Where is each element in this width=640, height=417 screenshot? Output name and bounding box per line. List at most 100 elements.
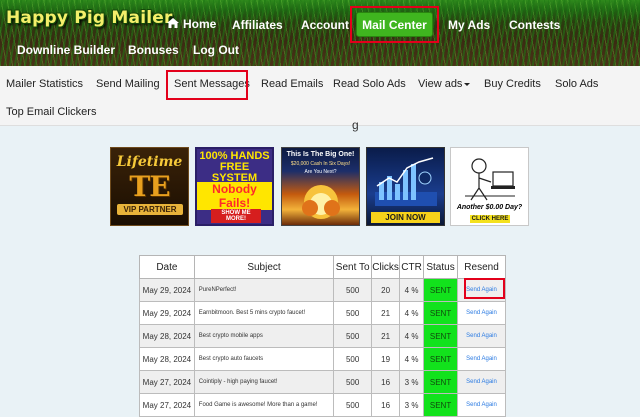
cell-subject: PureNPerfect! (193, 278, 335, 302)
cell-sent-to: 500 (333, 278, 373, 302)
table-row: May 29, 2024 Earnbitmoon. Best 5 mins cr… (139, 301, 506, 325)
column-header-subject[interactable]: Subject (193, 255, 335, 279)
banner-join-now[interactable]: JOIN NOW (366, 147, 445, 226)
cell-date: May 27, 2024 (139, 370, 195, 394)
subnav-buy-credits[interactable]: Buy Credits (484, 78, 541, 90)
top-navigation: Happy Pig Mailer Home Affiliates Account… (0, 0, 640, 66)
table-row: May 29, 2024 PureNPerfect! 500 20 4 % SE… (139, 278, 506, 302)
subnav-view-ads-label: View ads (418, 78, 463, 90)
cell-clicks: 19 (371, 347, 401, 371)
subnav-read-solo-ads[interactable]: Read Solo Ads (333, 78, 406, 90)
cell-ctr: 3 % (399, 370, 425, 394)
banner-another-zero-day[interactable]: Another $0.00 Day? CLICK HERE (450, 147, 529, 226)
column-header-sent-to[interactable]: Sent To (333, 255, 373, 279)
cell-ctr: 4 % (399, 347, 425, 371)
cell-subject: Best crypto mobile apps (193, 324, 335, 348)
cell-subject: Food Game is awesome! More than a game! (193, 393, 335, 417)
banner-hands-free-system[interactable]: 100% HANDS FREE SYSTEM Nobody Fails! SHO… (195, 147, 274, 226)
cell-date: May 28, 2024 (139, 324, 195, 348)
highlight-box-mail-center (350, 6, 439, 43)
cell-clicks: 16 (371, 370, 401, 394)
cell-ctr: 4 % (399, 278, 425, 302)
subnav-send-mailing[interactable]: Send Mailing (96, 78, 160, 90)
cell-status: SENT (423, 370, 459, 394)
cell-clicks: 21 (371, 301, 401, 325)
sub-navigation: Mailer Statistics Send Mailing Sent Mess… (0, 66, 640, 126)
cell-clicks: 16 (371, 393, 401, 417)
banner-text: Nobody Fails! (197, 182, 272, 210)
nav-my-ads[interactable]: My Ads (448, 18, 490, 32)
cell-clicks: 20 (371, 278, 401, 302)
subnav-view-ads[interactable]: View ads (418, 78, 471, 90)
page-heading-fragment: g (352, 118, 359, 132)
nav-contests[interactable]: Contests (509, 18, 560, 32)
cartoon-person-image (465, 158, 515, 201)
table-header-row: Date Subject Sent To Clicks CTR Status R… (139, 255, 506, 279)
cell-subject: Cointiply - high paying faucet! (193, 370, 335, 394)
trading-chart-image (375, 157, 437, 206)
table-row: May 27, 2024 Cointiply - high paying fau… (139, 370, 506, 394)
cell-ctr: 4 % (399, 301, 425, 325)
site-logo[interactable]: Happy Pig Mailer (6, 8, 173, 28)
banner-text: TE (129, 170, 170, 203)
nav-home[interactable]: Home (167, 17, 216, 31)
cell-clicks: 21 (371, 324, 401, 348)
send-again-link[interactable]: Send Again (457, 370, 506, 394)
banner-lifetime-te[interactable]: Lifetime TE VIP PARTNER (110, 147, 189, 226)
banner-text: VIP PARTNER (117, 204, 183, 215)
cell-date: May 27, 2024 (139, 393, 195, 417)
cell-subject: Earnbitmoon. Best 5 mins crypto faucet! (193, 301, 335, 325)
cell-ctr: 3 % (399, 393, 425, 417)
cell-sent-to: 500 (333, 347, 373, 371)
subnav-read-emails[interactable]: Read Emails (261, 78, 323, 90)
table-row: May 27, 2024 Food Game is awesome! More … (139, 393, 506, 417)
table-row: May 28, 2024 Best crypto auto faucets 50… (139, 347, 506, 371)
cell-date: May 29, 2024 (139, 301, 195, 325)
cell-sent-to: 500 (333, 324, 373, 348)
subnav-top-email-clickers[interactable]: Top Email Clickers (6, 106, 96, 118)
cell-status: SENT (423, 301, 459, 325)
caret-down-icon (464, 82, 471, 86)
banner-text: Are You Next? (304, 169, 337, 175)
column-header-resend[interactable]: Resend (457, 255, 506, 279)
cell-status: SENT (423, 393, 459, 417)
banner-text: This Is The Big One! (286, 151, 355, 158)
nav-downline-builder[interactable]: Downline Builder (17, 43, 115, 57)
cell-date: May 29, 2024 (139, 278, 195, 302)
nav-log-out[interactable]: Log Out (193, 43, 239, 57)
banner-text: JOIN NOW (371, 212, 440, 223)
nav-home-label: Home (183, 17, 217, 31)
send-again-link[interactable]: Send Again (457, 347, 506, 371)
send-again-link[interactable]: Send Again (457, 393, 506, 417)
highlight-box-send-again (464, 278, 505, 299)
subnav-mailer-statistics[interactable]: Mailer Statistics (6, 78, 83, 90)
cell-status: SENT (423, 324, 459, 348)
column-header-ctr[interactable]: CTR (399, 255, 425, 279)
banner-text: Lifetime (116, 154, 183, 170)
send-again-link[interactable]: Send Again (457, 324, 506, 348)
banner-text: $20,000 Cash In Six Days! (290, 161, 351, 167)
cell-sent-to: 500 (333, 301, 373, 325)
nav-bonuses[interactable]: Bonuses (128, 43, 179, 57)
explosion-image (302, 185, 340, 219)
send-again-link[interactable]: Send Again (457, 301, 506, 325)
banner-text: CLICK HERE (470, 215, 510, 223)
cell-subject: Best crypto auto faucets (193, 347, 335, 371)
banner-text: SHOW ME MORE! (211, 209, 261, 223)
cell-status: SENT (423, 347, 459, 371)
banner-big-one[interactable]: This Is The Big One! $20,000 Cash In Six… (281, 147, 360, 226)
column-header-date[interactable]: Date (139, 255, 195, 279)
home-icon (167, 17, 179, 31)
column-header-status[interactable]: Status (423, 255, 459, 279)
table-row: May 28, 2024 Best crypto mobile apps 500… (139, 324, 506, 348)
column-header-clicks[interactable]: Clicks (371, 255, 401, 279)
cell-date: May 28, 2024 (139, 347, 195, 371)
subnav-solo-ads[interactable]: Solo Ads (555, 78, 598, 90)
nav-account[interactable]: Account (301, 18, 349, 32)
nav-affiliates[interactable]: Affiliates (232, 18, 283, 32)
banner-text: 100% HANDS FREE SYSTEM (199, 150, 270, 184)
banner-text: Another $0.00 Day? (456, 204, 523, 211)
cell-sent-to: 500 (333, 370, 373, 394)
highlight-box-sent-messages (166, 70, 248, 100)
cell-sent-to: 500 (333, 393, 373, 417)
